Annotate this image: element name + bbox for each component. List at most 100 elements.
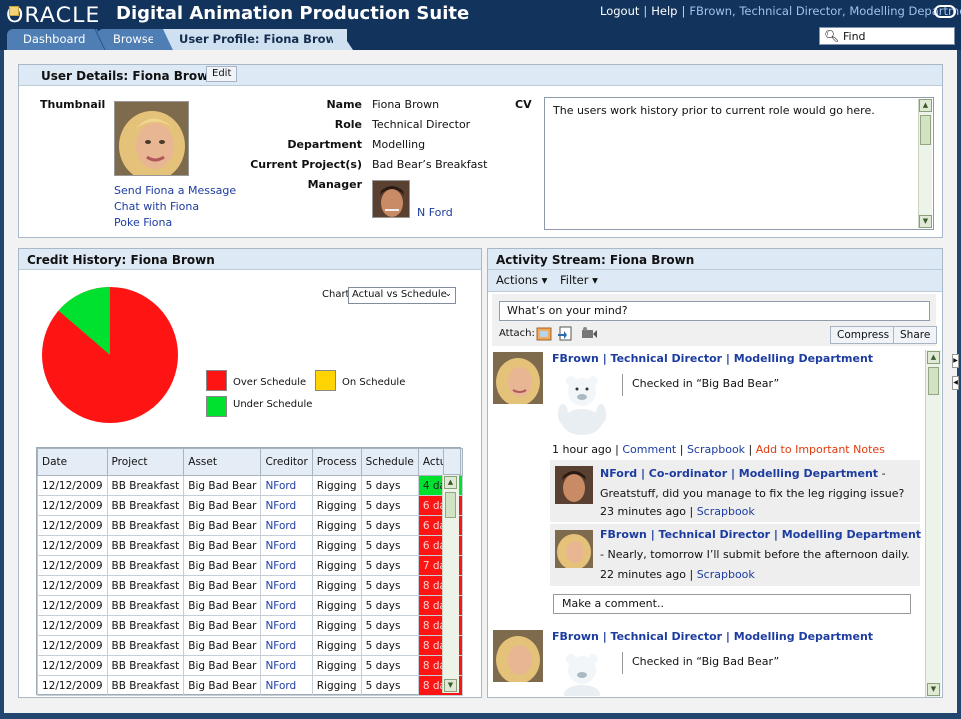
- scroll-down-icon[interactable]: ▼: [444, 679, 457, 692]
- post-header[interactable]: FBrown | Technical Director | Modelling …: [552, 352, 873, 365]
- table-row[interactable]: 12/12/2009 BB Breakfast Big Bad Bear NFord R…: [37, 495, 463, 516]
- make-comment-input[interactable]: Make a comment..: [553, 594, 911, 614]
- table-cell[interactable]: NFord: [260, 515, 313, 536]
- comment-author[interactable]: FBrown | Technical Director | Modelling …: [600, 528, 921, 541]
- table-cell: 5 days: [360, 675, 419, 696]
- column-header-date[interactable]: Date: [37, 448, 108, 476]
- table-cell[interactable]: NFord: [260, 535, 313, 556]
- table-cell[interactable]: NFord: [260, 655, 313, 676]
- column-header-project[interactable]: Project: [106, 448, 185, 476]
- post-author-avatar[interactable]: [493, 352, 543, 404]
- table-scrollbar[interactable]: ▲ ▼: [442, 475, 459, 693]
- scrapbook-link[interactable]: Scrapbook: [697, 505, 755, 518]
- scroll-thumb[interactable]: [920, 115, 931, 145]
- post-header[interactable]: FBrown | Technical Director | Modelling …: [552, 630, 873, 643]
- tab-divider: [153, 29, 173, 50]
- actions-menu[interactable]: Actions ▾: [496, 273, 547, 287]
- table-row[interactable]: 12/12/2009 BB Breakfast Big Bad Bear NFord R…: [37, 595, 463, 616]
- activity-stream-header: Activity Stream: Fiona Brown: [488, 249, 942, 270]
- attach-video-icon[interactable]: [580, 326, 598, 341]
- window-toggle-icon[interactable]: [934, 5, 956, 18]
- activity-scrollbar[interactable]: ▲ ▼: [925, 350, 941, 697]
- table-row[interactable]: 12/12/2009 BB Breakfast Big Bad Bear NFord R…: [37, 515, 463, 536]
- scrapbook-link[interactable]: Scrapbook: [687, 443, 745, 456]
- table-row[interactable]: 12/12/2009 BB Breakfast Big Bad Bear NFord R…: [37, 475, 463, 496]
- attach-image-icon[interactable]: [536, 326, 552, 341]
- comment-link[interactable]: Comment: [622, 443, 676, 456]
- logout-link[interactable]: Logout: [600, 4, 639, 18]
- table-row[interactable]: 12/12/2009 BB Breakfast Big Bad Bear NFord R…: [37, 675, 463, 696]
- table-row[interactable]: 12/12/2009 BB Breakfast Big Bad Bear NFord R…: [37, 615, 463, 636]
- table-cell[interactable]: NFord: [260, 615, 313, 636]
- bear-thumbnail[interactable]: [551, 650, 613, 696]
- column-header-schedule[interactable]: Schedule: [360, 448, 419, 476]
- tab-user-profile[interactable]: User Profile: Fiona Brown: [163, 29, 347, 50]
- collapse-icon[interactable]: [9, 6, 19, 16]
- expand-right-icon[interactable]: ▶: [952, 354, 959, 368]
- table-row[interactable]: 12/12/2009 BB Breakfast Big Bad Bear NFord R…: [37, 555, 463, 576]
- column-header-process[interactable]: Process: [311, 448, 362, 476]
- post-author-avatar[interactable]: [493, 630, 543, 682]
- comment-avatar[interactable]: [555, 466, 593, 504]
- chevron-down-icon: ⌄: [444, 289, 452, 299]
- table-cell[interactable]: NFord: [260, 575, 313, 596]
- table-cell: BB Breakfast: [106, 675, 185, 696]
- table-cell[interactable]: NFord: [260, 635, 313, 656]
- bear-thumbnail[interactable]: [551, 372, 613, 436]
- column-header-asset[interactable]: Asset: [183, 448, 262, 476]
- current-user-link[interactable]: FBrown, Technical Director, Modelling De…: [689, 4, 961, 18]
- tab-dashboard[interactable]: Dashboard: [7, 29, 97, 50]
- collapse-left-icon[interactable]: ◀: [952, 376, 959, 390]
- legend-swatch-under: [206, 396, 227, 417]
- status-input[interactable]: What’s on your mind?: [499, 301, 930, 321]
- send-message-link[interactable]: Send Fiona a Message: [114, 184, 236, 197]
- comment-author[interactable]: NFord | Co-ordinator | Modelling Departm…: [600, 467, 878, 480]
- table-row[interactable]: 12/12/2009 BB Breakfast Big Bad Bear NFord R…: [37, 655, 463, 676]
- manager-link[interactable]: N Ford: [417, 206, 453, 219]
- table-cell[interactable]: NFord: [260, 495, 313, 516]
- scroll-thumb[interactable]: [928, 367, 939, 395]
- attach-file-icon[interactable]: [557, 326, 573, 341]
- scroll-up-icon[interactable]: ▲: [444, 476, 457, 489]
- chart-select[interactable]: Actual vs Schedule ⌄: [348, 287, 456, 304]
- edit-button[interactable]: Edit: [206, 66, 238, 82]
- scroll-thumb[interactable]: [445, 492, 456, 518]
- chart-label: Chart: [322, 289, 350, 300]
- search-input[interactable]: 🔍︎ Find: [819, 27, 955, 45]
- cv-textarea[interactable]: The users work history prior to current …: [544, 97, 934, 230]
- search-icon: 🔍︎: [824, 29, 840, 43]
- chat-link[interactable]: Chat with Fiona: [114, 200, 199, 213]
- scroll-up-icon[interactable]: ▲: [927, 351, 940, 364]
- comment-avatar[interactable]: [555, 530, 593, 568]
- scrapbook-link[interactable]: Scrapbook: [697, 568, 755, 581]
- poke-link[interactable]: Poke Fiona: [114, 216, 172, 229]
- table-row[interactable]: 12/12/2009 BB Breakfast Big Bad Bear NFord R…: [37, 575, 463, 596]
- table-cell: 5 days: [360, 555, 419, 576]
- table-cell: 12/12/2009: [37, 655, 108, 676]
- compress-button[interactable]: Compress: [830, 326, 897, 344]
- table-cell[interactable]: NFord: [260, 595, 313, 616]
- table-cell[interactable]: NFord: [260, 555, 313, 576]
- scroll-down-icon[interactable]: ▼: [927, 683, 940, 696]
- scroll-down-icon[interactable]: ▼: [919, 215, 932, 228]
- important-notes-link[interactable]: Add to Important Notes: [756, 443, 885, 456]
- manager-avatar[interactable]: [372, 180, 410, 218]
- table-cell: Rigging: [311, 575, 362, 596]
- comment-body: NFord | Co-ordinator | Modelling Departm…: [600, 464, 914, 504]
- cv-scrollbar[interactable]: ▲ ▼: [918, 99, 932, 228]
- column-header-creditor[interactable]: Creditor: [260, 448, 313, 476]
- name-label: Name: [326, 98, 362, 111]
- table-cell[interactable]: NFord: [260, 475, 313, 496]
- table-row[interactable]: 12/12/2009 BB Breakfast Big Bad Bear NFord R…: [37, 635, 463, 656]
- table-cell: 5 days: [360, 515, 419, 536]
- share-button[interactable]: Share: [893, 326, 938, 344]
- scroll-up-icon[interactable]: ▲: [919, 99, 932, 112]
- help-link[interactable]: Help: [651, 4, 677, 18]
- table-cell[interactable]: NFord: [260, 675, 313, 696]
- table-row[interactable]: 12/12/2009 BB Breakfast Big Bad Bear NFord R…: [37, 535, 463, 556]
- bottom-bar: [0, 713, 961, 719]
- legend-swatch-over: [206, 370, 227, 391]
- filter-menu[interactable]: Filter ▾: [560, 273, 598, 287]
- table-cell: Rigging: [311, 635, 362, 656]
- table-cell: BB Breakfast: [106, 575, 185, 596]
